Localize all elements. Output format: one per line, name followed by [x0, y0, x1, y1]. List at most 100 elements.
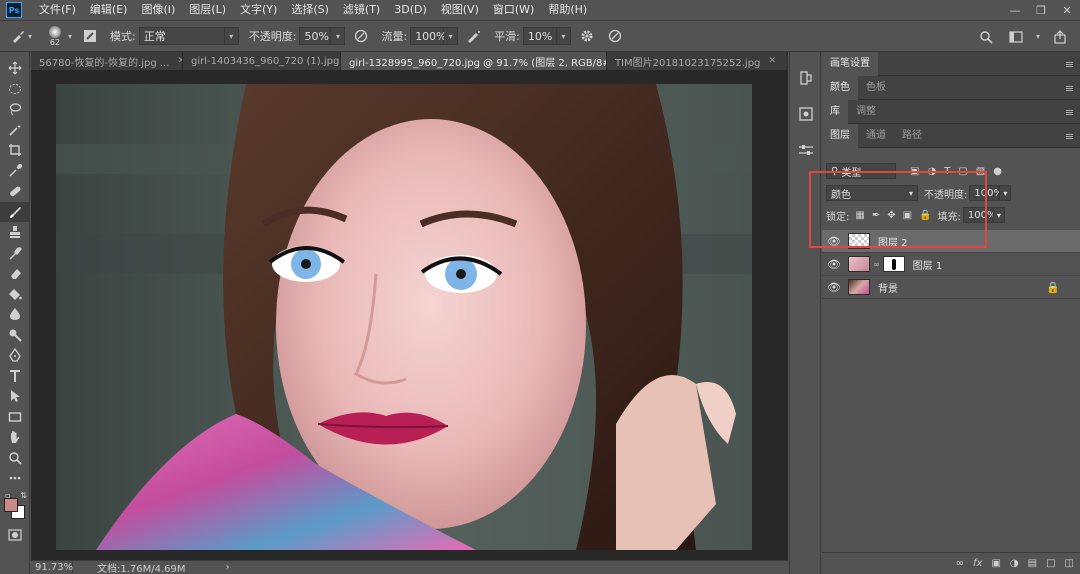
canvas-area[interactable]	[31, 70, 788, 560]
lock-artboard-icon[interactable]: ▣	[903, 210, 912, 221]
fx-icon[interactable]: fx	[973, 558, 982, 569]
panel-menu-icon[interactable]: ≡	[1065, 58, 1074, 71]
layer-mask-thumbnail[interactable]	[882, 256, 905, 272]
menu-window[interactable]: 窗口(W)	[486, 0, 541, 20]
smart-object-filter-icon[interactable]: ▧	[976, 166, 985, 177]
zoom-tool-icon[interactable]	[0, 448, 30, 469]
tab-brush-settings[interactable]: 画笔设置	[822, 51, 878, 76]
chevron-down-icon[interactable]: ▾	[444, 27, 459, 45]
shape-filter-icon[interactable]: ▢	[958, 166, 967, 177]
layer-filter-select[interactable]: ⚲ 类型	[826, 163, 896, 179]
share-icon[interactable]	[1050, 27, 1070, 47]
lasso-icon[interactable]	[0, 99, 30, 120]
lock-transparency-icon[interactable]: ▦	[855, 210, 864, 221]
close-icon[interactable]: ✕	[768, 56, 776, 66]
status-menu-arrow-icon[interactable]: ›	[226, 562, 230, 573]
chain-link-icon[interactable]: ∞	[873, 260, 880, 269]
search-icon[interactable]	[976, 27, 996, 47]
menu-filter[interactable]: 滤镜(T)	[336, 0, 387, 20]
foreground-color[interactable]	[4, 497, 18, 512]
swap-colors-icon[interactable]: ⇅	[20, 491, 27, 500]
tab-paths[interactable]: 路径	[894, 124, 930, 148]
tab-swatches[interactable]: 色板	[858, 76, 894, 100]
layer-name[interactable]: 背景	[878, 280, 898, 295]
visibility-eye-icon[interactable]: 👁	[822, 235, 846, 248]
mode-select[interactable]: 正常	[138, 27, 225, 45]
menu-type[interactable]: 文字(Y)	[233, 0, 284, 20]
menu-3d[interactable]: 3D(D)	[387, 0, 434, 20]
chevron-down-icon[interactable]: ▾	[331, 27, 346, 45]
layer-name[interactable]: 图层 2	[878, 234, 908, 249]
path-selection-icon[interactable]	[0, 386, 30, 407]
tab-color[interactable]: 颜色	[822, 75, 858, 100]
more-tools-icon[interactable]	[0, 468, 30, 489]
menu-layer[interactable]: 图层(L)	[182, 0, 233, 20]
pixel-filter-icon[interactable]: ▣	[910, 166, 919, 177]
rectangle-tool-icon[interactable]	[0, 407, 30, 428]
layer-row-layer-2[interactable]: 👁 图层 2	[822, 230, 1080, 253]
tab-document-2[interactable]: girl-1403436_960_720 (1).jpg✕	[183, 52, 341, 70]
lock-pixels-icon[interactable]: ✒	[872, 210, 880, 221]
lock-all-icon[interactable]: 🔒	[919, 210, 931, 221]
chevron-down-icon[interactable]: ▾	[28, 32, 32, 41]
filter-toggle-icon[interactable]: ●	[993, 166, 1002, 177]
smoothing-input[interactable]: 10%	[522, 27, 557, 45]
document-image[interactable]	[56, 84, 752, 550]
trash-icon[interactable]: ◫	[1065, 558, 1074, 569]
eyedropper-icon[interactable]	[0, 161, 30, 182]
type-tool-icon[interactable]	[0, 366, 30, 387]
adjustment-filter-icon[interactable]: ◑	[927, 166, 936, 177]
layer-row-background[interactable]: 👁 背景 🔒	[822, 276, 1080, 299]
paint-bucket-icon[interactable]	[0, 284, 30, 305]
panel-menu-icon[interactable]: ≡	[1065, 106, 1074, 119]
lock-position-icon[interactable]: ✥	[887, 210, 895, 221]
tab-document-4[interactable]: TIM图片20181023175252.jpg ✕	[607, 52, 788, 70]
flow-input[interactable]: 100%	[410, 27, 447, 45]
tab-layers[interactable]: 图层	[822, 123, 858, 148]
brush-tool-icon[interactable]	[0, 201, 30, 222]
type-filter-icon[interactable]: T	[944, 166, 950, 177]
eraser-icon[interactable]	[0, 263, 30, 284]
tab-document-active[interactable]: girl-1328995_960_720.jpg @ 91.7% (图层 2, …	[341, 52, 607, 70]
visibility-eye-icon[interactable]: 👁	[822, 258, 846, 271]
pressure-size-icon[interactable]	[605, 26, 625, 46]
crop-icon[interactable]	[0, 140, 30, 161]
menu-select[interactable]: 选择(S)	[284, 0, 336, 20]
close-icon[interactable]: ✕	[1054, 0, 1080, 20]
move-tool-icon[interactable]	[0, 58, 30, 79]
tab-libraries[interactable]: 库	[822, 99, 848, 124]
tab-adjustments[interactable]: 调整	[848, 100, 884, 124]
brush-tool-icon[interactable]	[8, 26, 28, 46]
dodge-icon[interactable]	[0, 325, 30, 346]
gear-icon[interactable]	[577, 26, 597, 46]
layer-row-layer-1[interactable]: 👁 ∞ 图层 1	[822, 253, 1080, 276]
minimize-icon[interactable]: —	[1002, 0, 1028, 20]
adjustment-icon[interactable]: ◑	[1010, 558, 1019, 569]
layer-opacity-input[interactable]: 100%	[969, 185, 1003, 201]
brush-panel-toggle-icon[interactable]	[80, 26, 100, 46]
link-icon[interactable]: ∞	[956, 558, 964, 569]
chevron-down-icon[interactable]: ▾	[1036, 27, 1040, 47]
blend-mode-select[interactable]: 颜色 ▾	[826, 185, 918, 201]
workspace-icon[interactable]	[1006, 27, 1026, 47]
history-brush-icon[interactable]	[0, 243, 30, 264]
pen-icon[interactable]	[0, 345, 30, 366]
properties-panel-icon[interactable]	[790, 100, 822, 128]
zoom-level[interactable]: 91.73%	[31, 562, 73, 573]
fill-input[interactable]: 100%	[962, 207, 996, 223]
history-panel-icon[interactable]	[790, 64, 822, 92]
elliptical-marquee-icon[interactable]	[0, 79, 30, 100]
tab-channels[interactable]: 通道	[858, 124, 894, 148]
mask-icon[interactable]: ▣	[991, 558, 1000, 569]
menu-file[interactable]: 文件(F)	[32, 0, 83, 20]
visibility-eye-icon[interactable]: 👁	[822, 281, 846, 294]
airbrush-icon[interactable]	[464, 26, 484, 46]
restore-icon[interactable]: ❐	[1028, 0, 1054, 20]
clone-stamp-icon[interactable]	[0, 222, 30, 243]
blur-icon[interactable]	[0, 304, 30, 325]
tab-document-1[interactable]: 56780-恢复的-恢复的.jpg ...✕	[31, 52, 183, 70]
opacity-input[interactable]: 50%	[299, 27, 332, 45]
layer-name[interactable]: 图层 1	[913, 257, 943, 272]
menu-edit[interactable]: 编辑(E)	[83, 0, 135, 20]
hand-tool-icon[interactable]	[0, 427, 30, 448]
